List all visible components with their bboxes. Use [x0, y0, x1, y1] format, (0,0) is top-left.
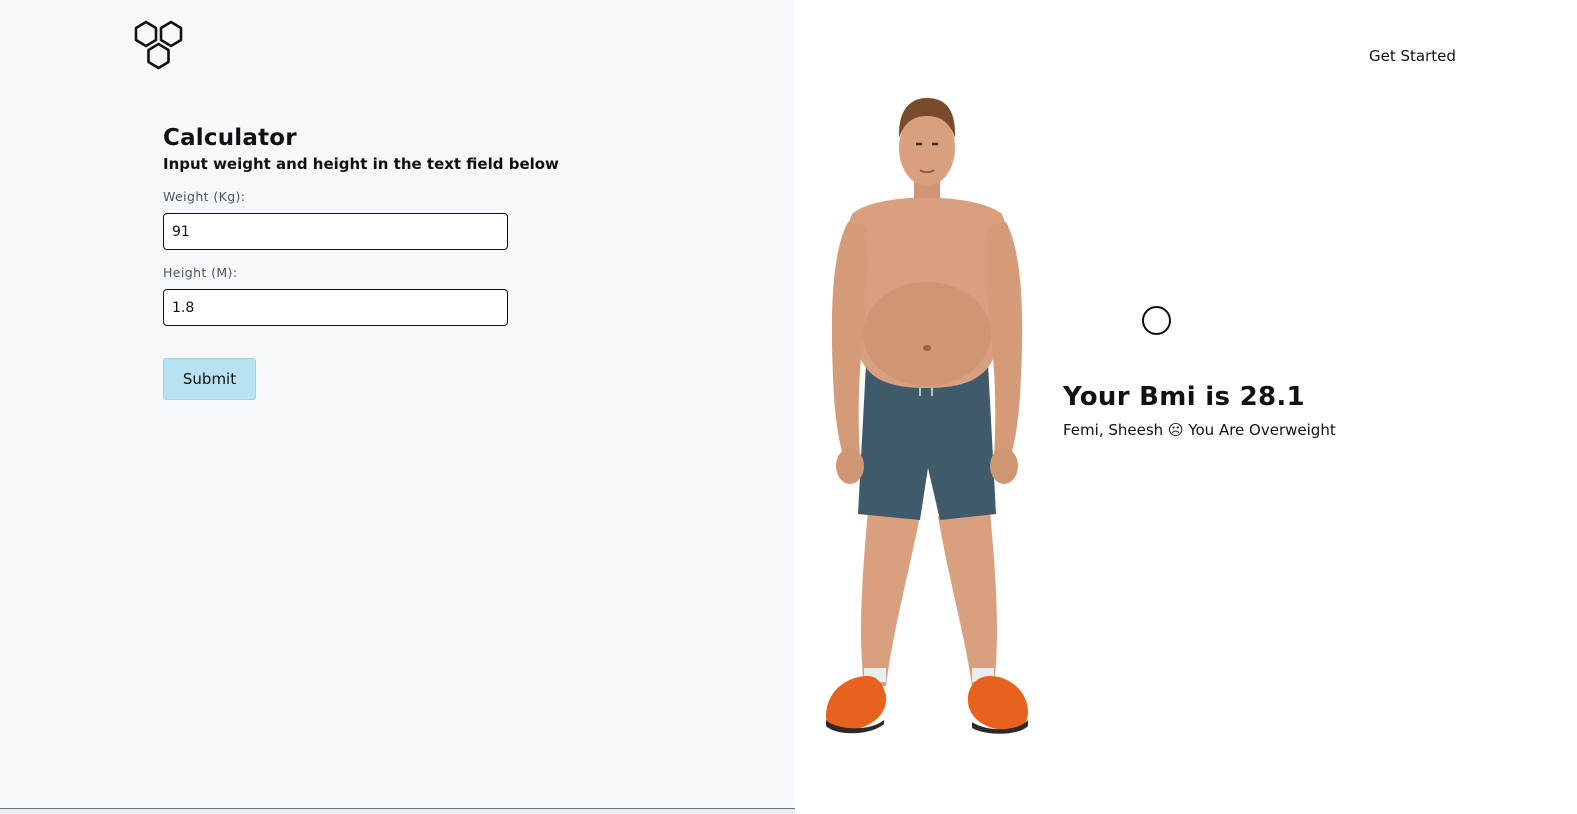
weight-input[interactable] — [163, 213, 508, 250]
submit-button[interactable]: Submit — [163, 358, 256, 400]
overweight-man-illustration — [826, 98, 1028, 734]
bmi-result-message: Femi, Sheesh ☹ You Are Overweight — [1063, 421, 1336, 439]
weight-label: Weight (Kg): — [163, 189, 246, 204]
circle-icon — [1142, 306, 1171, 335]
height-input[interactable] — [163, 289, 508, 326]
height-label: Height (M): — [163, 265, 238, 280]
bmi-result-title: Your Bmi is 28.1 — [1063, 382, 1305, 412]
calculator-heading: Calculator Input weight and height in th… — [163, 124, 583, 174]
bottom-scrollbar — [0, 808, 795, 814]
get-started-link[interactable]: Get Started — [1369, 47, 1456, 65]
calculator-subtitle: Input weight and height in the text fiel… — [163, 155, 559, 173]
calculator-title: Calculator — [163, 125, 297, 151]
calculator-panel: Calculator Input weight and height in th… — [0, 0, 795, 814]
hexagon-logo-icon — [134, 20, 183, 70]
